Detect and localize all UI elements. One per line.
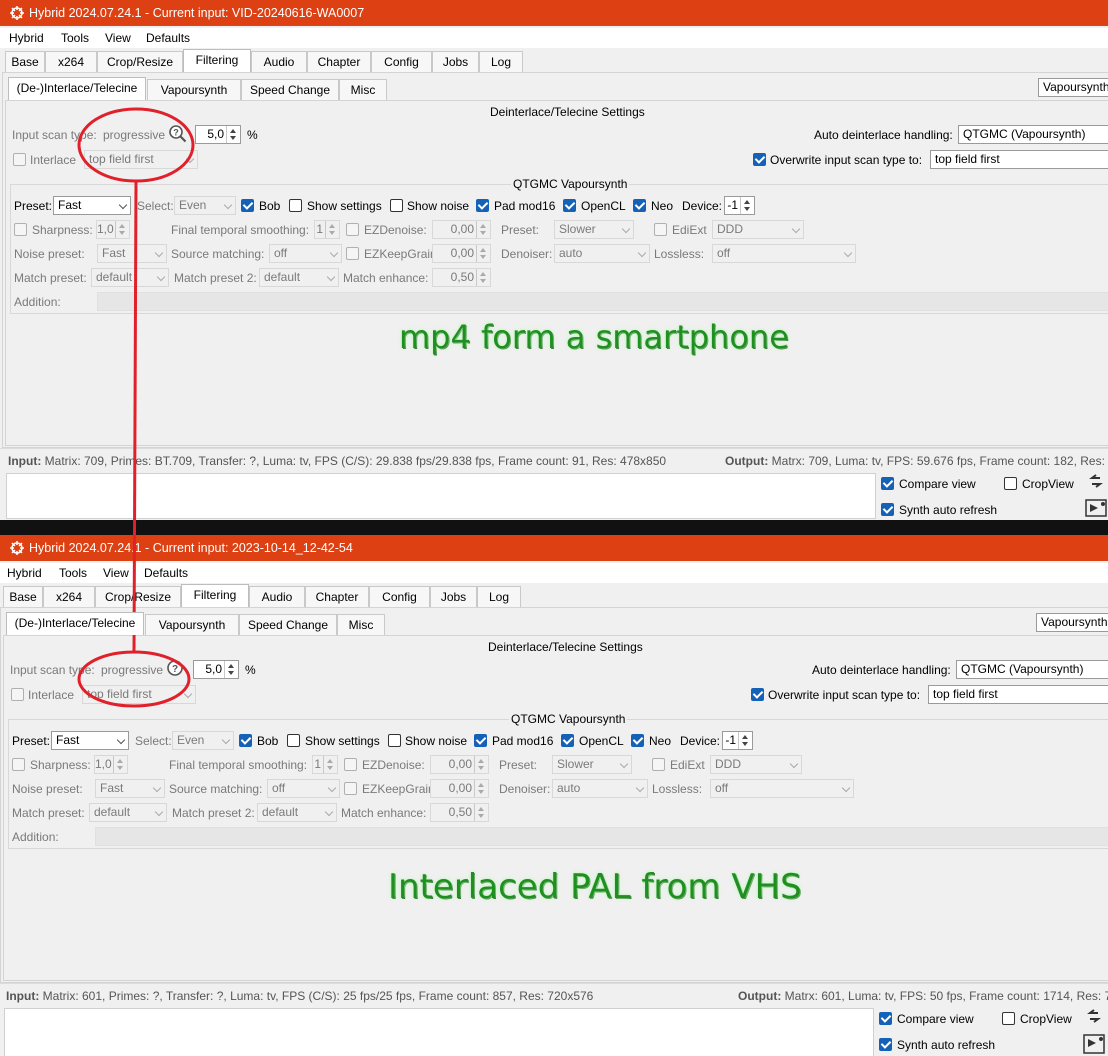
tab-filtering[interactable]: Filtering (181, 584, 249, 607)
subtab-deinterlace[interactable]: (De-)Interlace/Telecine (8, 77, 146, 100)
subtab-deinterlace[interactable]: (De-)Interlace/Telecine (6, 612, 144, 635)
tab-filtering[interactable]: Filtering (183, 49, 251, 72)
annotation-ellipse-bottom (77, 650, 191, 708)
annotation-connector (132, 180, 138, 653)
red-annotation (77, 107, 195, 708)
annotation-ellipse-top (77, 107, 195, 183)
